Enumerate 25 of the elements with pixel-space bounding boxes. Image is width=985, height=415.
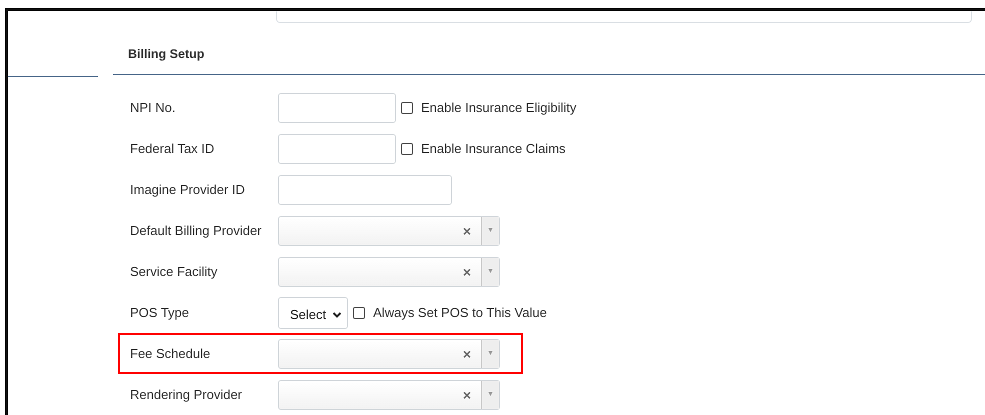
checkbox-label: Enable Insurance Claims <box>421 141 566 156</box>
checkbox-label: Enable Insurance Eligibility <box>421 100 576 115</box>
field-label: Rendering Provider <box>130 387 244 402</box>
field-label: NPI No. <box>130 100 177 115</box>
chevron-icon <box>332 310 342 318</box>
select-dropdown[interactable]: Select <box>278 296 348 328</box>
checkbox[interactable] <box>353 306 366 318</box>
checkbox[interactable] <box>401 142 413 154</box>
clear-button[interactable]: × <box>452 216 481 244</box>
field-label: Federal Tax ID <box>130 141 216 156</box>
checkbox[interactable] <box>401 102 413 114</box>
checkbox-label: Always Set POS to This Value <box>373 305 547 320</box>
field-label: Fee Schedule <box>130 346 212 361</box>
field-label: Imagine Provider ID <box>130 182 246 197</box>
section-title: Billing Setup <box>127 47 206 63</box>
input-field[interactable] <box>278 174 452 204</box>
input-field[interactable] <box>278 92 396 122</box>
clear-button[interactable]: × <box>452 340 481 368</box>
field-label: Default Billing Provider <box>130 223 263 238</box>
text-field[interactable] <box>276 11 972 23</box>
field-label: POS Type <box>130 305 190 320</box>
input-field[interactable] <box>278 134 396 164</box>
clear-button[interactable]: × <box>452 380 481 408</box>
clear-button[interactable]: × <box>452 258 481 286</box>
field-label: Service Facility <box>130 264 218 279</box>
